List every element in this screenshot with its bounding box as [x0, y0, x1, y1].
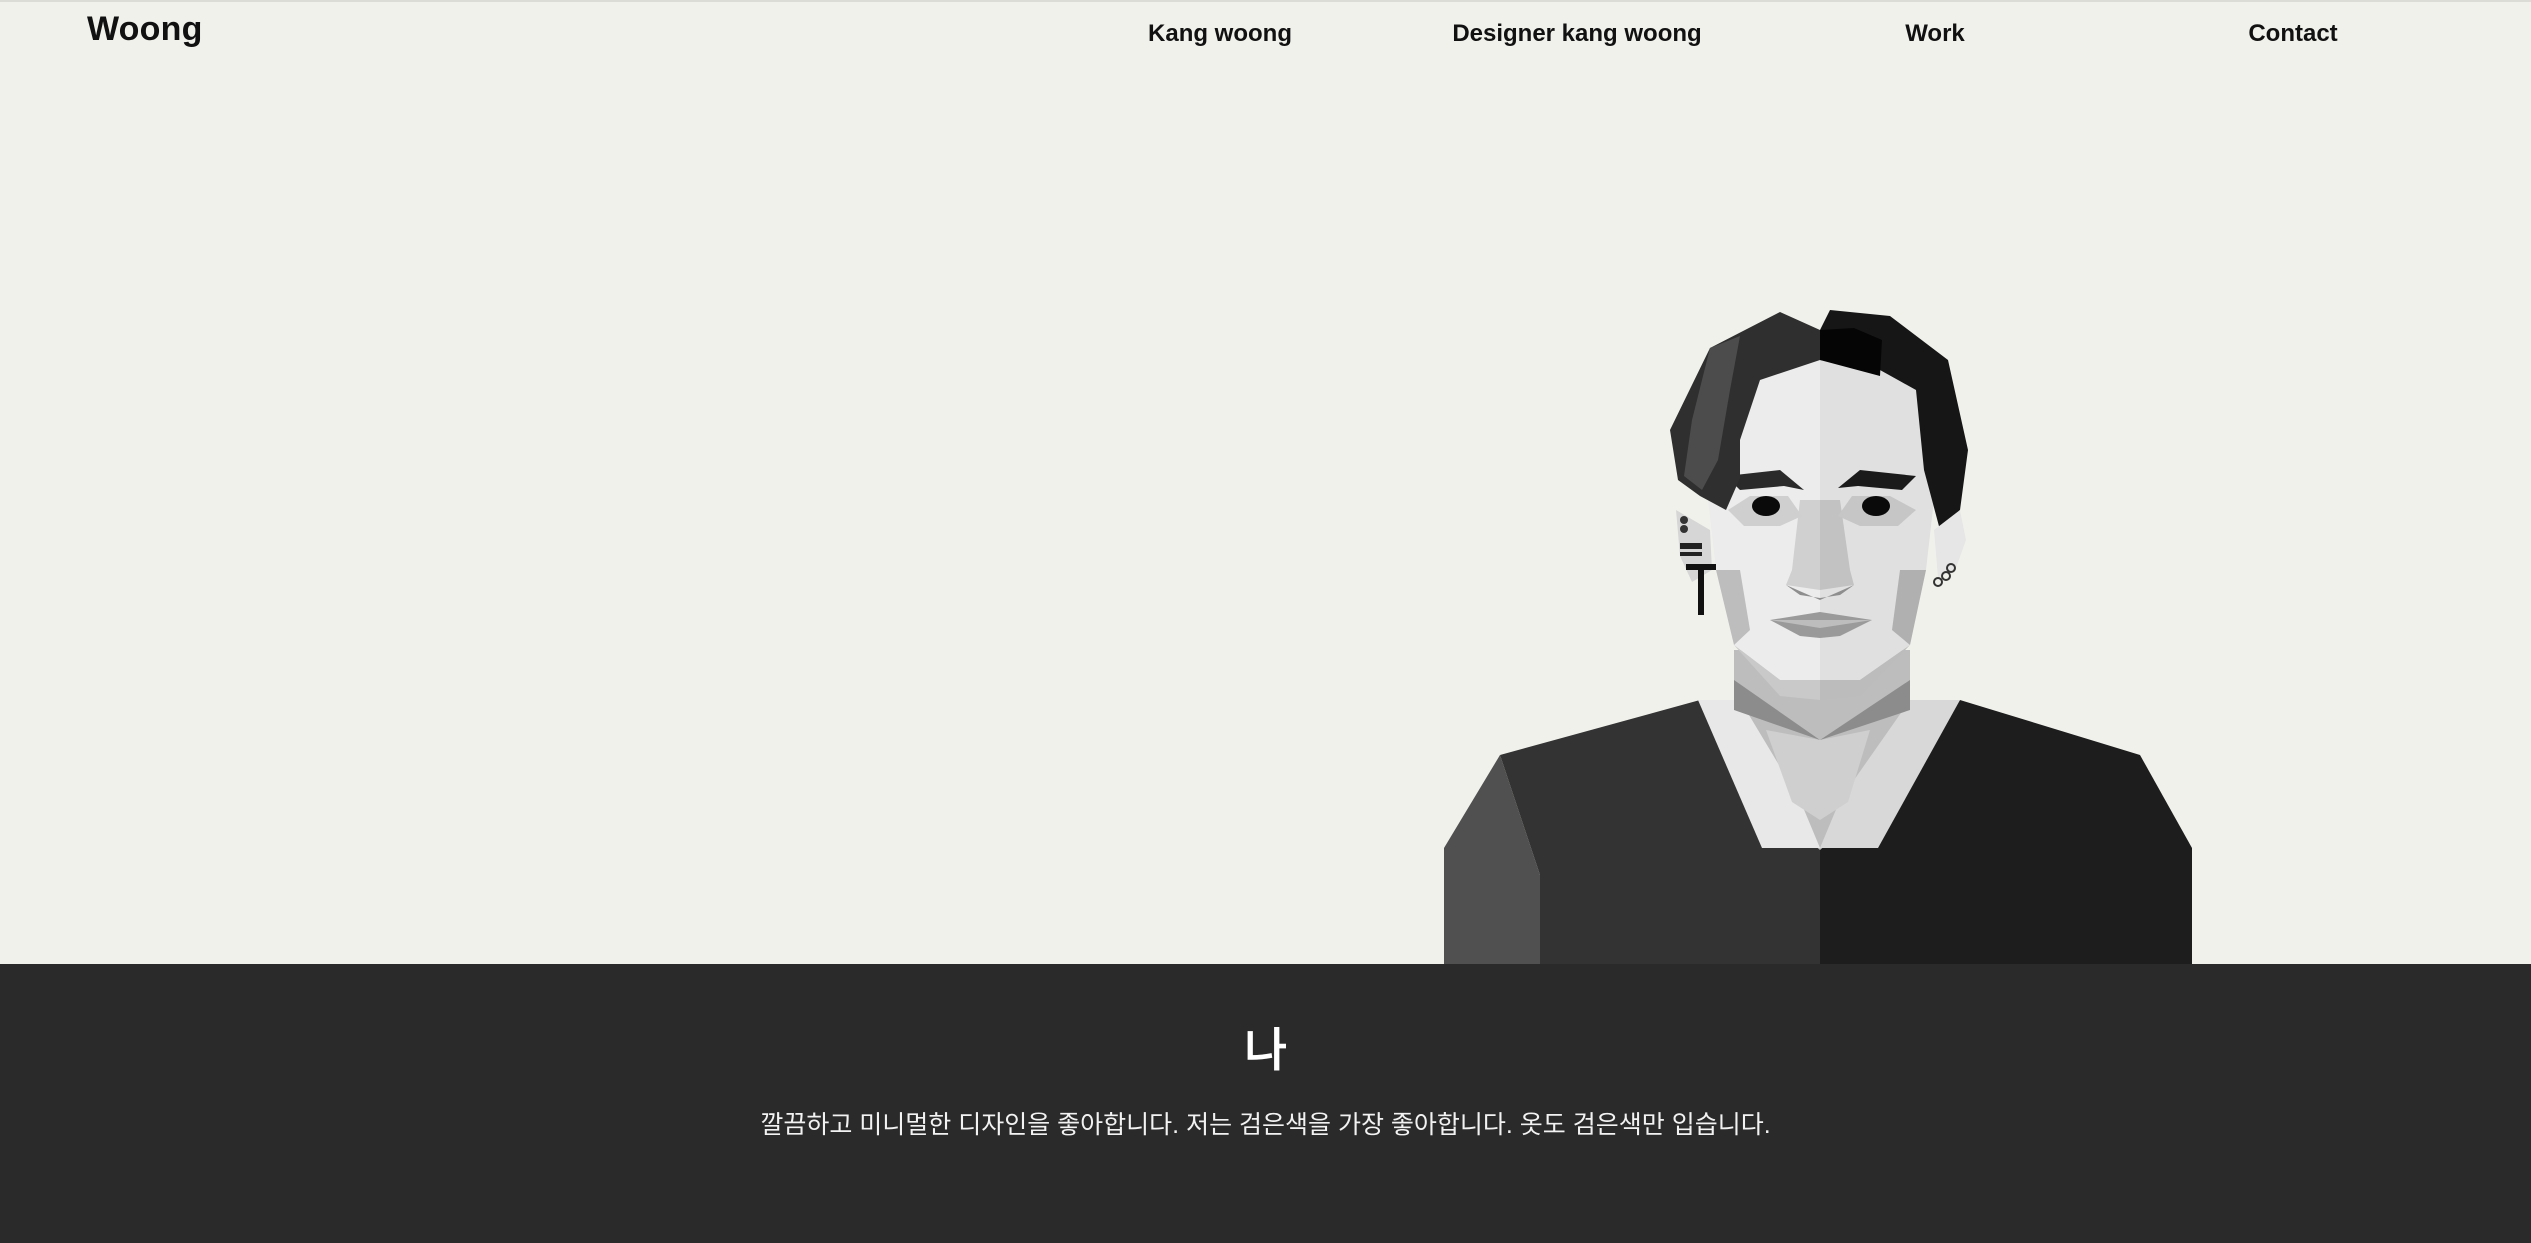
hero-section [0, 0, 2531, 964]
portrait-illustration [1444, 310, 2192, 964]
about-title: 나 [1244, 1024, 1287, 1076]
about-description: 깔끔하고 미니멀한 디자인을 좋아합니다. 저는 검은색을 가장 좋아합니다. … [760, 1111, 1771, 1139]
about-section: 나 깔끔하고 미니멀한 디자인을 좋아합니다. 저는 검은색을 가장 좋아합니다… [0, 964, 2531, 1243]
